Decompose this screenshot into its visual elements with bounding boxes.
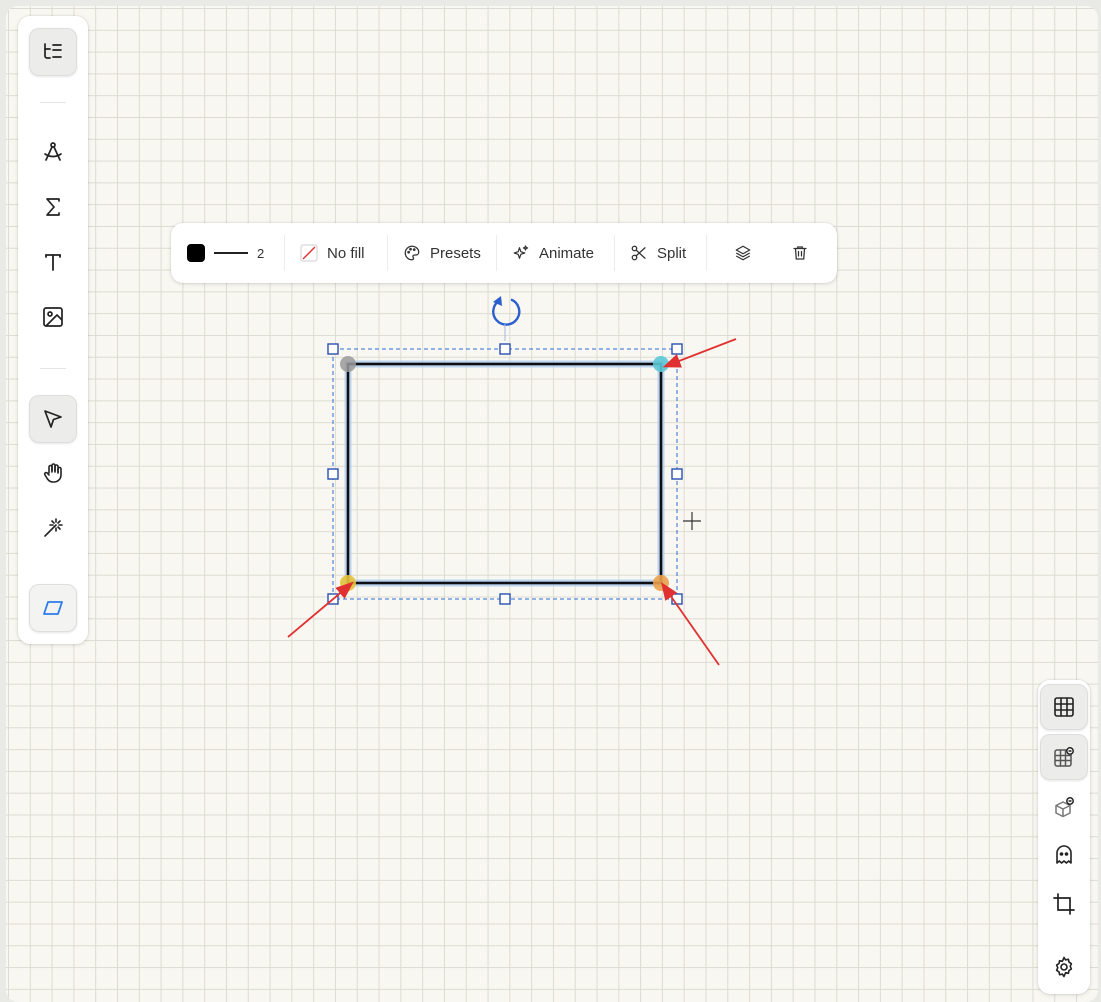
rectangle-shape[interactable] [346, 362, 663, 585]
crosshair-cursor-icon [683, 512, 701, 530]
selection-box [332, 348, 678, 600]
settings-icon [1055, 956, 1073, 978]
vertex-bottom-left[interactable] [340, 575, 356, 591]
crop-tool[interactable] [1040, 881, 1088, 927]
resize-handle-nw[interactable] [327, 343, 339, 355]
resize-handle-n[interactable] [499, 343, 511, 355]
vertex-top-right[interactable] [653, 356, 669, 372]
annotation-arrow-bottom-right [660, 582, 720, 666]
grid-snap-icon [1054, 747, 1074, 767]
grid-snap-toggle[interactable] [1040, 734, 1088, 780]
right-toolbar [1038, 680, 1090, 994]
grid-icon [1054, 697, 1074, 717]
object-snap-toggle[interactable] [1040, 784, 1088, 830]
resize-handle-s[interactable] [499, 593, 511, 605]
vertex-top-left[interactable] [340, 356, 356, 372]
cube-snap-icon [1055, 797, 1074, 818]
shape-overlay [287, 296, 737, 666]
settings-button[interactable] [1040, 944, 1088, 990]
resize-handle-e[interactable] [671, 468, 683, 480]
ghost-icon [1056, 845, 1072, 864]
rectangle-shape-glow [344, 360, 665, 587]
ghost-toggle[interactable] [1040, 832, 1088, 878]
resize-handle-w[interactable] [327, 468, 339, 480]
annotation-arrow-bottom-left [287, 581, 354, 638]
grid-toggle[interactable] [1040, 684, 1088, 730]
crop-icon [1053, 893, 1075, 915]
resize-handle-ne[interactable] [671, 343, 683, 355]
